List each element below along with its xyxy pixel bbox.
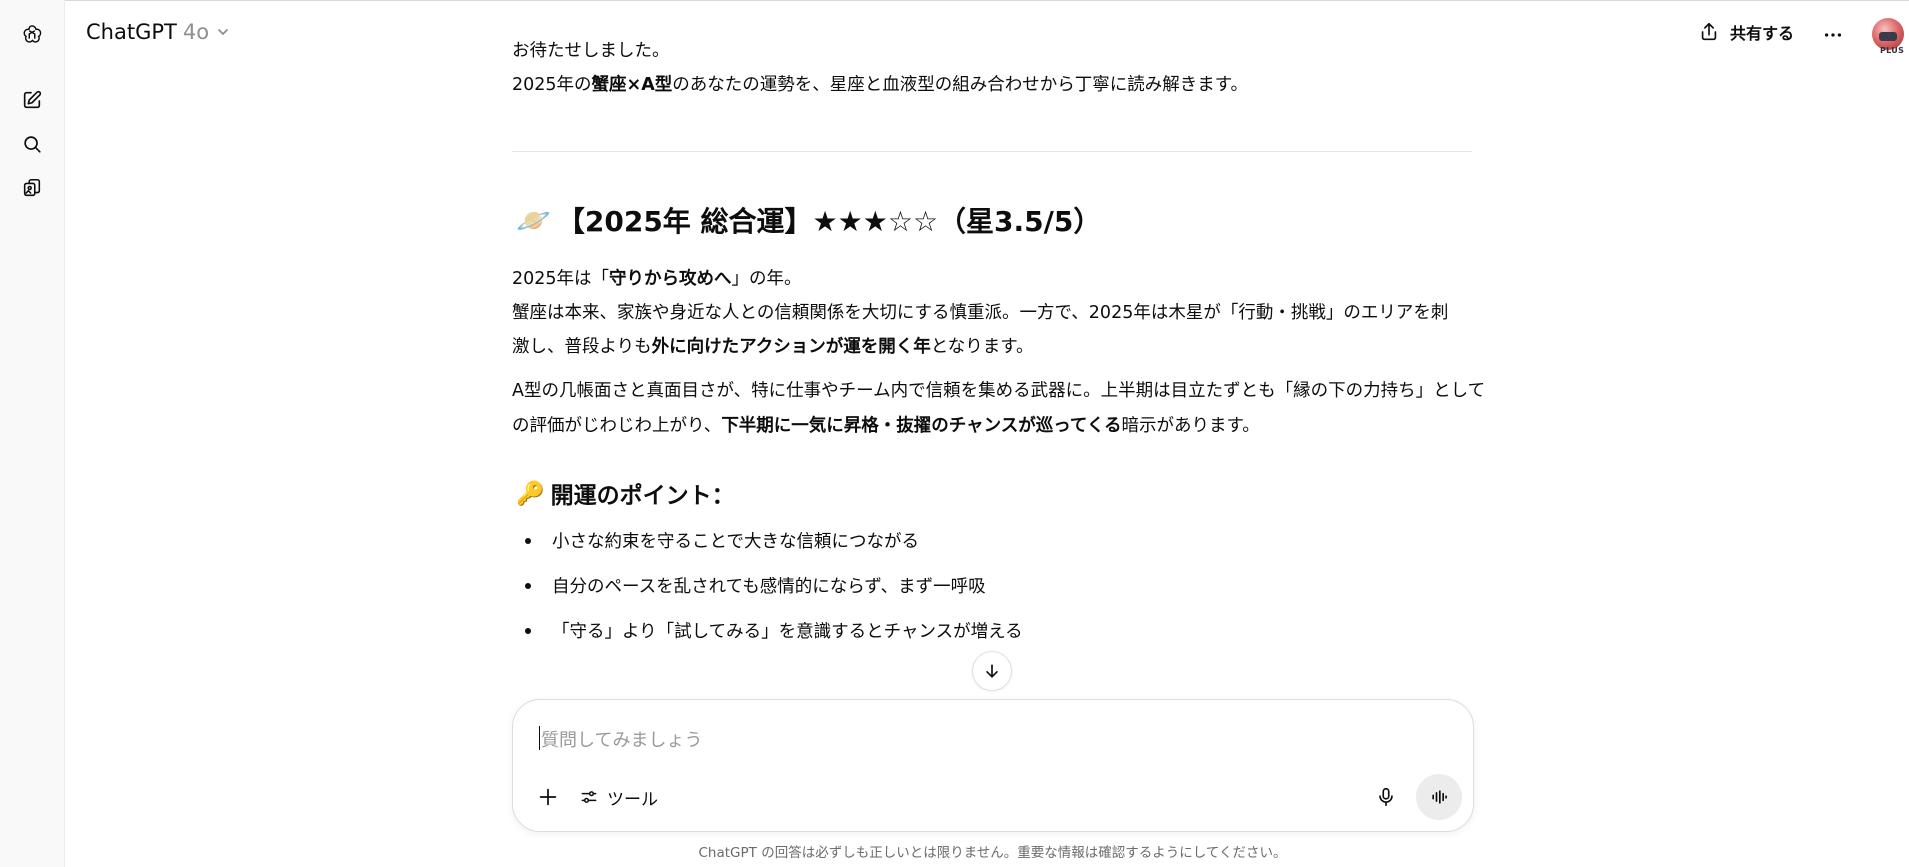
divider bbox=[512, 151, 1472, 152]
plus-icon bbox=[539, 788, 557, 806]
prompt-input[interactable] bbox=[539, 724, 1423, 756]
model-selector[interactable]: ChatGPT 4o bbox=[86, 20, 231, 44]
search-icon[interactable] bbox=[14, 126, 50, 162]
bullet-dot bbox=[525, 537, 531, 544]
more-options-button[interactable] bbox=[1816, 18, 1850, 52]
section-heading-overall: 🪐 【2025年 総合運】★★★☆☆（星3.5/5） bbox=[516, 200, 1101, 240]
list-item-text: 自分のペースを乱されても感情的にならず、まず一呼吸 bbox=[552, 577, 986, 597]
section-heading-text: 開運のポイント： bbox=[550, 483, 735, 509]
para-text: となります。 bbox=[930, 337, 1034, 357]
scroll-to-bottom-button[interactable] bbox=[972, 651, 1012, 691]
section-heading-text: 【2025年 総合運】★★★☆☆（星3.5/5） bbox=[556, 205, 1102, 238]
more-dots-icon bbox=[1824, 33, 1842, 37]
para-bold: 外に向けたアクションが運を開く年 bbox=[651, 337, 931, 357]
intro-text: 2025年の bbox=[512, 75, 592, 95]
plan-badge: PLUS bbox=[1880, 46, 1905, 55]
waveform-icon bbox=[1432, 790, 1447, 804]
dictate-button[interactable] bbox=[1369, 780, 1403, 814]
share-icon bbox=[1701, 22, 1717, 41]
paragraph-1: 2025年は「守りから攻めへ」の年。 bbox=[512, 262, 802, 297]
para-text: の評価がじわじわ上がり、 bbox=[512, 416, 722, 436]
composer: ツール bbox=[512, 699, 1474, 832]
bullet-dot bbox=[525, 582, 531, 589]
list-item-text: 「守る」より「試してみる」を意識するとチャンスが増える bbox=[552, 622, 1023, 642]
window-top-border bbox=[0, 0, 1909, 1]
intro-text: のあなたの運勢を、星座と血液型の組み合わせから丁寧に読み解きます。 bbox=[672, 75, 1249, 95]
tools-button[interactable]: ツール bbox=[579, 780, 658, 814]
model-version: 4o bbox=[182, 20, 210, 44]
arrow-down-icon bbox=[986, 664, 998, 678]
list-item: 自分のペースを乱されても感情的にならず、まず一呼吸 bbox=[512, 573, 986, 598]
para-bold: 下半期に一気に昇格・抜擢のチャンスが巡ってくる bbox=[721, 416, 1122, 436]
tools-label: ツール bbox=[607, 789, 658, 810]
openai-logo-icon[interactable] bbox=[14, 16, 50, 52]
ringed-planet-icon: 🪐 bbox=[516, 203, 551, 237]
voice-mode-button[interactable] bbox=[1416, 774, 1462, 820]
paragraph-3-line-2: の評価がじわじわ上がり、下半期に一気に昇格・抜擢のチャンスが巡ってくる暗示があり… bbox=[512, 409, 1260, 444]
share-label: 共有する bbox=[1730, 24, 1795, 43]
intro-line-2: 2025年の蟹座×A型のあなたの運勢を、星座と血液型の組み合わせから丁寧に読み解… bbox=[512, 68, 1248, 103]
sliders-icon bbox=[581, 791, 597, 803]
list-item-text: 小さな約束を守ることで大きな信頼につながる bbox=[552, 532, 919, 552]
attach-button[interactable] bbox=[531, 780, 565, 814]
para-bold: 守りから攻めへ bbox=[609, 269, 732, 289]
key-icon: 🔑 bbox=[516, 480, 545, 507]
para-text: 2025年は「 bbox=[512, 269, 610, 289]
microphone-icon bbox=[1379, 787, 1393, 807]
para-text: 激し、普段よりも bbox=[512, 337, 652, 357]
paragraph-2-line-1: 蟹座は本来、家族や身近な人との信頼関係を大切にする慎重派。一方で、2025年は木… bbox=[512, 303, 1449, 323]
bullet-dot bbox=[525, 627, 531, 634]
para-text: 」の年。 bbox=[731, 269, 802, 289]
disclaimer-text: ChatGPT の回答は必ずしも正しいとは限りません。重要な情報は確認するように… bbox=[698, 845, 1287, 861]
section-heading-tips: 🔑 開運のポイント： bbox=[516, 476, 735, 510]
para-text: 暗示があります。 bbox=[1121, 416, 1260, 436]
paragraph-3-line-1: A型の几帳面さと真面目さが、特に仕事やチーム内で信頼を集める武器に。上半期は目立… bbox=[512, 381, 1486, 401]
library-icon[interactable] bbox=[14, 170, 50, 206]
new-chat-icon[interactable] bbox=[14, 82, 50, 118]
share-button[interactable]: 共有する bbox=[1698, 20, 1794, 44]
model-name: ChatGPT bbox=[86, 20, 177, 44]
sidebar-rail bbox=[0, 0, 65, 867]
list-item: 「守る」より「試してみる」を意識するとチャンスが増える bbox=[512, 618, 1023, 643]
intro-bold: 蟹座×A型 bbox=[591, 75, 673, 95]
intro-line-1: お待たせしました。 bbox=[512, 41, 670, 61]
chevron-down-icon bbox=[218, 29, 228, 36]
list-item: 小さな約束を守ることで大きな信頼につながる bbox=[512, 528, 919, 553]
paragraph-2-line-2: 激し、普段よりも外に向けたアクションが運を開く年となります。 bbox=[512, 330, 1034, 365]
